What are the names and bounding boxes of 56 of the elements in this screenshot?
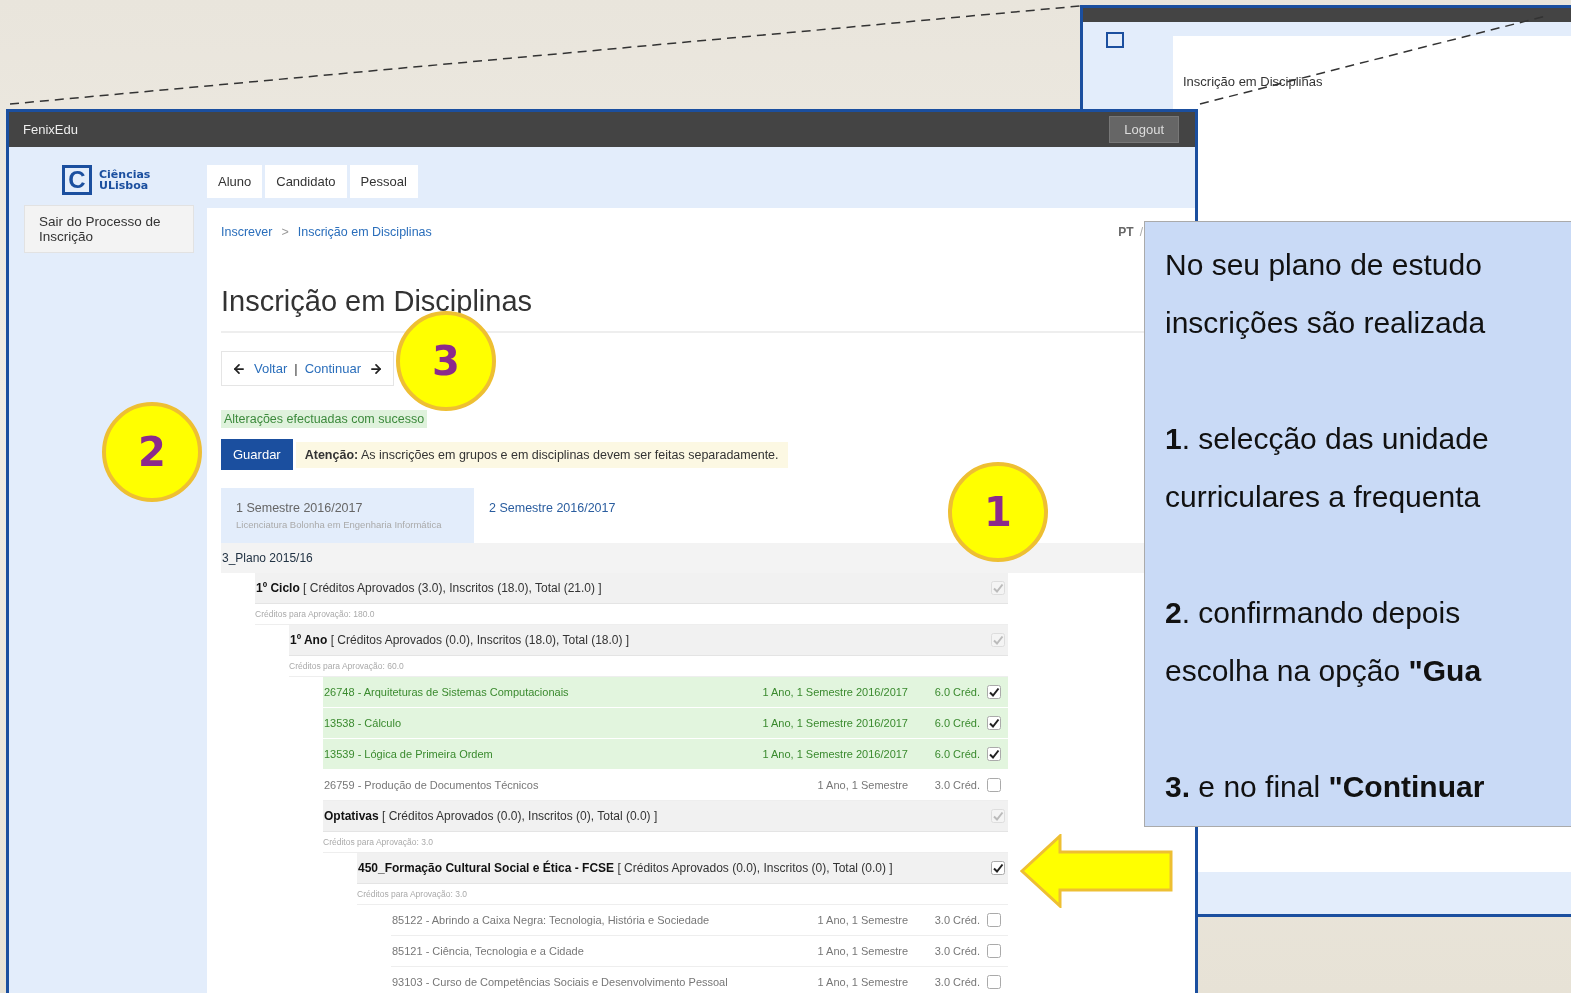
nav-tab[interactable]: Candidato — [265, 165, 347, 198]
arrow-left-icon — [232, 361, 246, 376]
instruction-text: 3. e no final "Continuar — [1165, 769, 1486, 805]
instruction-text: inscrições são realizada — [1165, 305, 1487, 341]
course-name: 26759 - Produção de Documentos Técnicos — [324, 779, 540, 791]
window-title: FenixEdu — [23, 122, 78, 137]
course-credits: 6.0 Créd. — [933, 717, 980, 729]
instruction-text: No seu plano de estudo — [1165, 247, 1483, 283]
back-link[interactable]: Voltar — [232, 361, 288, 376]
continue-link[interactable]: Continuar — [304, 361, 383, 376]
group-title: 450_Formação Cultural Social e Ética - FCSE [ Créditos Aprovados (0.0), Inscritos (0), Total (0.0) ] — [358, 861, 893, 875]
group-title: 1º Ciclo [ Créditos Aprovados (3.0), Inscritos (18.0), Total (21.0) ] — [256, 581, 602, 595]
course-credits: 6.0 Créd. — [933, 686, 980, 698]
breadcrumb-separator: > — [281, 225, 289, 239]
page-heading: Inscrição em Disciplinas — [1183, 74, 1324, 89]
course-name: 13538 - Cálculo — [324, 717, 403, 729]
arrow-right-icon — [369, 361, 383, 376]
course-credits: 3.0 Créd. — [933, 945, 980, 957]
separator: | — [294, 361, 298, 376]
instruction-text: 2. confirmando depois — [1165, 595, 1462, 631]
course-credits: 6.0 Créd. — [933, 748, 980, 760]
course-credits: 3.0 Créd. — [933, 976, 980, 988]
logo-text: Ciências ULisboa — [99, 169, 151, 191]
breadcrumb-link[interactable]: Inscrição em Disciplinas — [297, 225, 432, 239]
logout-button[interactable]: Logout — [1109, 116, 1179, 143]
course-period: 1 Ano, 1 Semestre 2016/2017 — [762, 748, 908, 760]
group-title: Optativas [ Créditos Aprovados (0.0), Inscritos (0), Total (0.0) ] — [324, 809, 658, 823]
logo-icon — [1106, 32, 1124, 48]
sidebar-item[interactable]: Sair do Processo de Inscrição — [24, 205, 194, 253]
course-period: 1 Ano, 1 Semestre — [817, 914, 908, 926]
group-title: 1º Ano [ Créditos Aprovados (0.0), Inscritos (18.0), Total (18.0) ] — [290, 633, 630, 647]
course-period: 1 Ano, 1 Semestre 2016/2017 — [762, 717, 908, 729]
course-name: 85121 - Ciência, Tecnologia e a Cidade — [392, 945, 585, 957]
course-period: 1 Ano, 1 Semestre — [817, 976, 908, 988]
instruction-text: escolha na opção "Gua — [1165, 653, 1483, 689]
instruction-text: 1. selecção das unidade — [1165, 421, 1490, 457]
semester-tab[interactable]: 1 Semestre 2016/2017 Licenciatura Bolonha em Engenharia Informática — [221, 488, 474, 543]
course-credits: 3.0 Créd. — [933, 914, 980, 926]
nav-tab[interactable]: Pessoal — [349, 165, 418, 198]
success-message: Alterações efectuadas com sucesso — [221, 410, 428, 428]
course-name: 13539 - Lógica de Primeira Ordem — [324, 748, 494, 760]
nav-tab[interactable]: Aluno — [207, 165, 263, 198]
instruction-text: curriculares a frequenta — [1165, 479, 1482, 515]
course-name: 26748 - Arquiteturas de Sistemas Computacionais — [324, 686, 570, 698]
course-credits: 3.0 Créd. — [933, 779, 980, 791]
logo-mark: C — [62, 165, 92, 195]
course-period: 1 Ano, 1 Semestre 2016/2017 — [762, 686, 908, 698]
course-name: 85122 - Abrindo a Caixa Negra: Tecnologia, História e Sociedade — [392, 914, 711, 926]
language-option[interactable]: PT — [1118, 225, 1134, 239]
warning-message: Atenção: As inscrições em grupos e em disciplinas devem ser feitas separadamente. — [295, 441, 788, 468]
breadcrumb-link[interactable]: Inscrever — [221, 225, 273, 239]
save-button[interactable]: Guardar — [221, 439, 293, 470]
course-name: 93103 - Curso de Competências Sociais e Desenvolvimento Pessoal — [392, 976, 729, 988]
course-period: 1 Ano, 1 Semestre — [817, 945, 908, 957]
language-separator: / — [1139, 225, 1143, 239]
course-period: 1 Ano, 1 Semestre — [817, 779, 908, 791]
